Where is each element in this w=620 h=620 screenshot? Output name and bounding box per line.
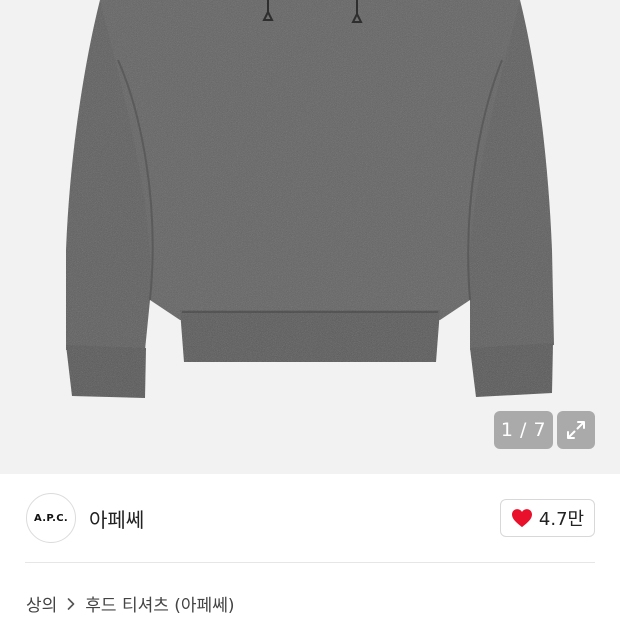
breadcrumb: 상의 후드 티셔츠 (아페쎄) xyxy=(26,591,234,616)
brand-name-link[interactable]: 아페쎄 xyxy=(89,504,144,533)
image-counter-badge: 1 / 7 xyxy=(494,411,553,449)
product-image-gallery[interactable]: 1 / 7 xyxy=(0,0,620,474)
expand-image-button[interactable] xyxy=(557,411,595,449)
chevron-right-icon xyxy=(67,597,75,610)
hoodie-product-image xyxy=(66,0,554,398)
breadcrumb-subcategory[interactable]: 후드 티셔츠 (아페쎄) xyxy=(85,591,234,616)
like-count: 4.7만 xyxy=(538,509,585,530)
brand-logo[interactable]: A.P.C. xyxy=(26,493,76,543)
divider xyxy=(25,562,595,563)
heart-icon xyxy=(511,509,532,528)
breadcrumb-category[interactable]: 상의 xyxy=(26,591,57,616)
like-button[interactable]: 4.7만 xyxy=(500,499,595,537)
brand-logo-text: A.P.C. xyxy=(34,512,68,524)
expand-arrows-icon xyxy=(567,421,585,439)
brand-row: A.P.C. 아페쎄 4.7만 xyxy=(0,474,620,562)
